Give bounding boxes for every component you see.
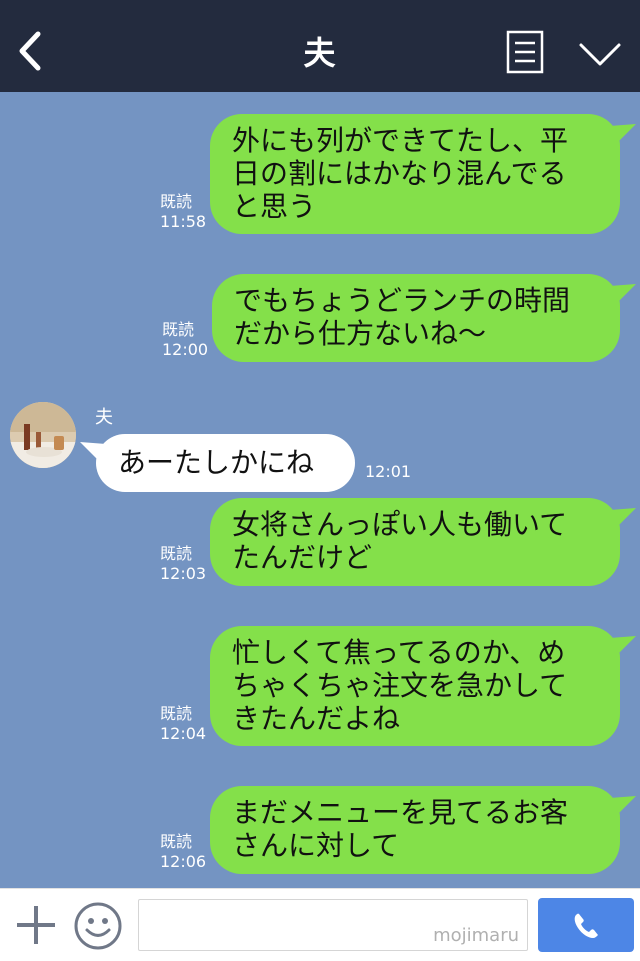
message-line: 外にも列ができてたし、平 <box>232 124 569 157</box>
bubble-tail <box>610 796 636 816</box>
message-time: 12:01 <box>365 462 412 481</box>
message-line: だから仕方ないね〜 <box>234 317 487 350</box>
smiley-icon <box>74 902 122 950</box>
watermark: mojimaru <box>433 925 519 946</box>
message-time: 12:04 <box>160 724 207 743</box>
add-button[interactable] <box>14 903 58 947</box>
avatar-photo <box>10 402 76 468</box>
note-button[interactable] <box>506 30 544 74</box>
message-line: ちゃくちゃ注文を急かして <box>232 669 568 702</box>
chat-header: 夫 <box>0 0 640 92</box>
message-time: 12:03 <box>160 564 207 583</box>
read-receipt: 既読 <box>162 320 195 339</box>
incoming-message-bubble[interactable]: あーたしかにね <box>80 434 355 492</box>
message-line: と思う <box>232 190 317 223</box>
message-line: まだメニューを見てるお客 <box>232 796 569 829</box>
bubble-tail <box>610 508 636 528</box>
note-icon <box>506 30 544 74</box>
avatar[interactable] <box>10 402 76 468</box>
bubble-tail <box>610 636 636 656</box>
plus-icon <box>17 906 55 944</box>
bubble-tail <box>80 442 106 462</box>
message-meta: 既読 12:00 <box>162 320 208 360</box>
message-time: 11:58 <box>160 212 207 231</box>
message-input[interactable]: mojimaru <box>138 899 528 951</box>
input-bar: mojimaru <box>0 888 640 961</box>
outgoing-message-bubble[interactable]: 女将さんっぽい人も働いて たんだけど <box>210 498 636 586</box>
bubble-tail <box>610 284 636 304</box>
sender-name: 夫 <box>95 407 113 428</box>
chevron-down-icon <box>579 43 621 66</box>
outgoing-message-bubble[interactable]: 忙しくて焦ってるのか、め ちゃくちゃ注文を急かして きたんだよね <box>210 626 636 746</box>
message-line: 日の割にはかなり混んでる <box>232 157 567 190</box>
read-receipt: 既読 <box>160 704 193 723</box>
message-meta: 既読 12:03 <box>160 544 206 584</box>
dropdown-button[interactable] <box>578 40 622 68</box>
outgoing-message-bubble[interactable]: まだメニューを見てるお客 さんに対して <box>210 786 636 874</box>
outgoing-message-bubble[interactable]: でもちょうどランチの時間 だから仕方ないね〜 <box>212 274 636 362</box>
message-time: 12:00 <box>162 340 209 359</box>
emoji-button[interactable] <box>73 901 123 951</box>
message-meta: 既読 11:58 <box>160 192 206 232</box>
outgoing-message-bubble[interactable]: 外にも列ができてたし、平 日の割にはかなり混んでる と思う <box>210 114 636 234</box>
phone-icon <box>574 913 598 938</box>
read-receipt: 既読 <box>160 192 193 211</box>
message-meta: 既読 12:06 <box>160 832 206 872</box>
chat-area[interactable]: 外にも列ができてたし、平 日の割にはかなり混んでる と思う 既読 11:58 で… <box>0 92 640 888</box>
message-line: でもちょうどランチの時間 <box>234 284 571 317</box>
message-line: 女将さんっぽい人も働いて <box>232 508 568 541</box>
read-receipt: 既読 <box>160 544 193 563</box>
bubble-tail <box>610 124 636 144</box>
call-button[interactable] <box>538 898 634 952</box>
message-line: さんに対して <box>232 829 400 862</box>
message-text: あーたしかにね <box>118 446 315 479</box>
read-receipt: 既読 <box>160 832 193 851</box>
message-line: きたんだよね <box>232 702 401 735</box>
message-time: 12:06 <box>160 852 207 871</box>
chat-title: 夫 <box>303 34 337 72</box>
message-meta: 既読 12:04 <box>160 704 206 744</box>
message-line: たんだけど <box>232 541 373 574</box>
message-line: 忙しくて焦ってるのか、め <box>232 636 566 669</box>
